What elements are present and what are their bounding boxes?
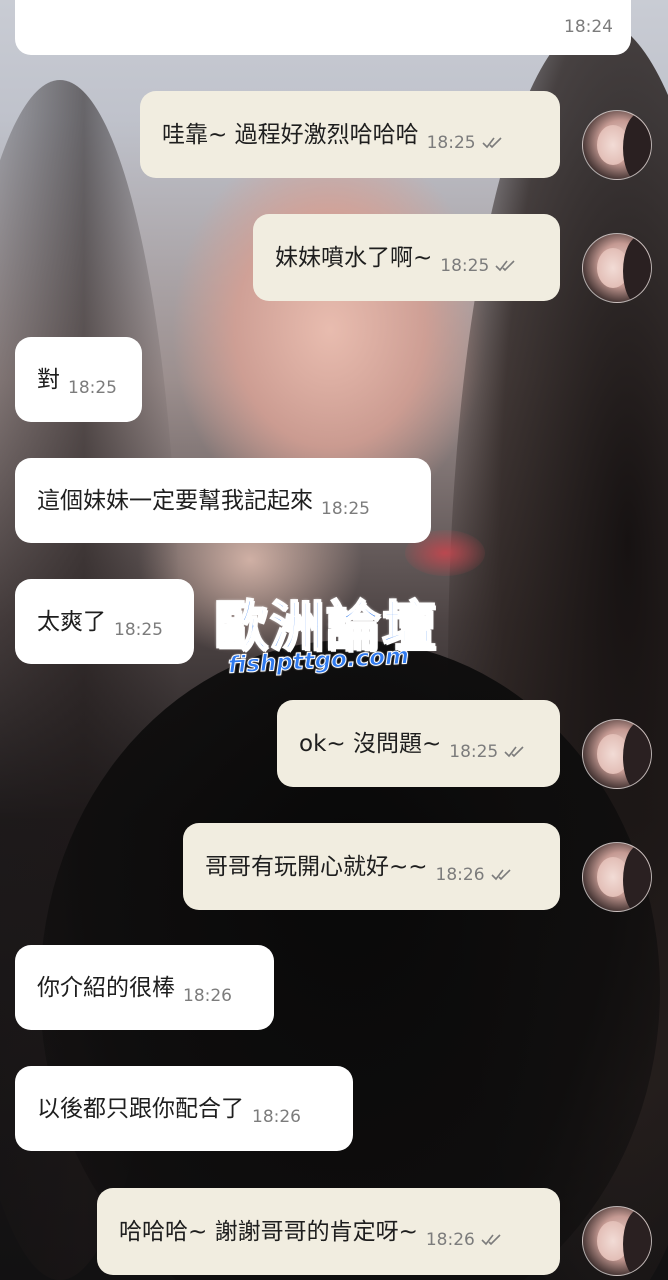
contact-avatar[interactable] xyxy=(582,110,652,180)
message-time: 18:26 xyxy=(252,1106,301,1127)
message-text: 哈哈哈~ 謝謝哥哥的肯定呀~ xyxy=(119,1218,418,1245)
message-time: 18:25 xyxy=(114,619,163,640)
double-check-icon xyxy=(490,868,511,880)
message-time: 18:25 xyxy=(440,255,490,276)
avatar-hair xyxy=(623,236,651,302)
double-check-icon xyxy=(481,1233,501,1245)
message-incoming[interactable]: 太爽了 18:25 xyxy=(15,579,194,664)
avatar-hair xyxy=(623,845,651,911)
double-check-icon xyxy=(482,136,502,148)
avatar-hair xyxy=(623,1209,651,1275)
message-incoming[interactable]: 以後都只跟你配合了 18:26 xyxy=(15,1066,353,1151)
message-text: 妹妹噴水了啊~ xyxy=(275,244,433,271)
message-time: 18:26 xyxy=(183,985,232,1006)
message-outgoing[interactable]: 哇靠~ 過程好激烈哈哈哈 18:25 xyxy=(140,91,560,178)
message-time: 18:24 xyxy=(564,16,613,37)
message-text: 太爽了 xyxy=(37,608,106,635)
message-time: 18:26 xyxy=(435,864,485,885)
message-incoming[interactable]: 對 18:25 xyxy=(15,337,142,422)
double-check-icon xyxy=(504,745,524,757)
message-text: 以後都只跟你配合了 xyxy=(37,1095,244,1122)
contact-avatar[interactable] xyxy=(582,842,652,912)
message-incoming[interactable]: 你介紹的很棒 18:26 xyxy=(15,945,274,1030)
double-check-icon xyxy=(495,259,515,271)
message-time: 18:25 xyxy=(68,377,117,398)
contact-avatar[interactable] xyxy=(582,233,652,303)
message-text: 哥哥有玩開心就好~~ xyxy=(205,853,428,880)
message-text: 你介紹的很棒 xyxy=(37,974,175,1001)
message-outgoing[interactable]: 哥哥有玩開心就好~~ 18:26 xyxy=(183,823,560,910)
message-text: 這個妹妹一定要幫我記起來 xyxy=(37,487,313,514)
message-text: ok~ 沒問題~ xyxy=(299,730,442,757)
message-incoming[interactable]: 這個妹妹一定要幫我記起來 18:25 xyxy=(15,458,431,543)
contact-avatar[interactable] xyxy=(582,1206,652,1276)
avatar-hair xyxy=(623,722,651,788)
forum-watermark: 歐洲論壇 fishpttgo.com xyxy=(213,582,464,692)
message-text: 對 xyxy=(37,366,60,393)
avatar-hair xyxy=(623,113,651,179)
message-text: 哇靠~ 過程好激烈哈哈哈 xyxy=(162,121,419,148)
contact-avatar[interactable] xyxy=(582,719,652,789)
message-time: 18:25 xyxy=(449,741,499,762)
message-time: 18:25 xyxy=(426,132,476,153)
message-outgoing[interactable]: ok~ 沒問題~ 18:25 xyxy=(277,700,560,787)
message-time: 18:26 xyxy=(425,1229,475,1250)
message-incoming[interactable]: 18:24 xyxy=(15,0,631,55)
message-time: 18:25 xyxy=(321,498,370,519)
message-outgoing[interactable]: 哈哈哈~ 謝謝哥哥的肯定呀~ 18:26 xyxy=(97,1188,560,1275)
message-outgoing[interactable]: 妹妹噴水了啊~ 18:25 xyxy=(253,214,560,301)
